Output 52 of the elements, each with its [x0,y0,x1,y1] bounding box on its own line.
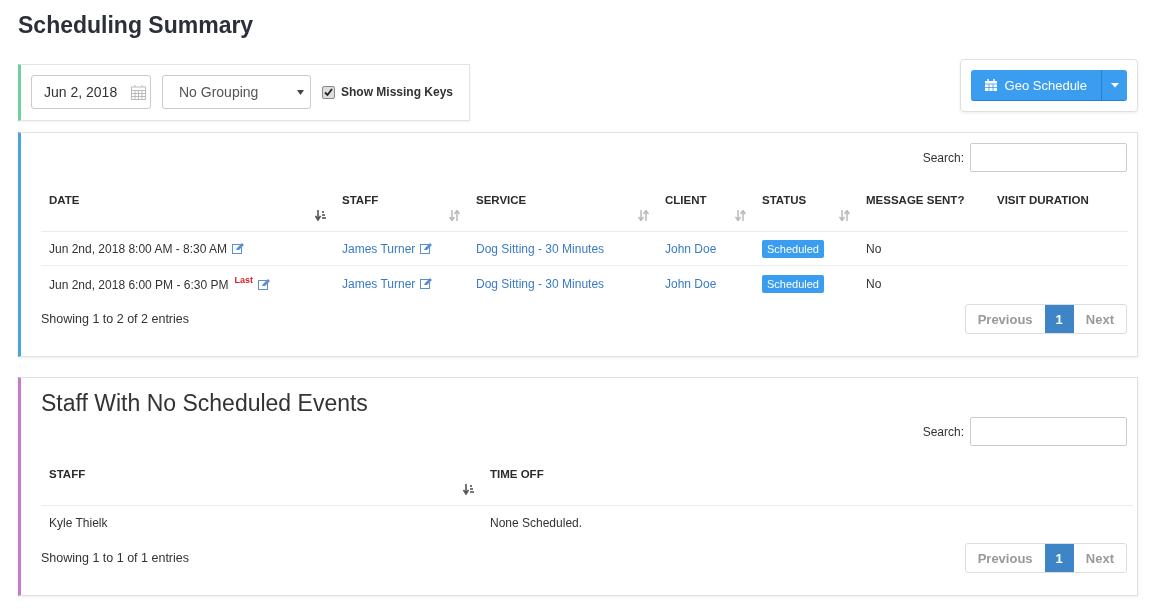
column-header: TIME OFF [490,468,544,480]
table-link[interactable]: James Turner [342,242,416,256]
column-header: DATE [49,194,80,206]
search-label: Search: [922,150,964,165]
entries-info: Showing 1 to 1 of 1 entries [41,551,189,565]
column-header: CLIENT [665,194,707,206]
search-field[interactable] [970,143,1127,172]
sort-icon[interactable] [735,210,746,221]
edit-icon[interactable] [257,279,270,290]
table-cell-text: No [866,276,882,291]
status-badge: Scheduled [762,240,824,258]
calendar-icon [131,84,146,100]
sort-ascending-icon[interactable] [463,484,474,495]
page-title: Scheduling Summary [17,11,255,40]
edit-icon[interactable] [420,243,433,254]
entries-info: Showing 1 to 2 of 2 entries [41,312,189,326]
sort-icon[interactable] [449,210,460,221]
sort-icon[interactable] [638,210,649,221]
status-badge: Scheduled [762,274,824,293]
column-header: STATUS [762,194,807,206]
column-header: VISIT DURATION [997,194,1089,206]
table-cell-text: None Scheduled. [490,516,583,530]
checkbox[interactable] [322,85,335,99]
caret-icon [1110,82,1119,88]
caret-icon [297,89,304,95]
search-field[interactable] [970,417,1127,446]
column-header: STAFF [342,194,379,206]
table-link[interactable]: Dog Sitting - 30 Minutes [476,242,605,256]
column-header: STAFF [49,468,86,480]
grouping-dropdown[interactable]: No Grouping [162,75,311,109]
page-button[interactable]: 1 [1044,544,1074,572]
date-field[interactable]: Jun 2, 2018 [31,75,151,109]
table-cell-text: No [866,242,882,256]
column-header: MESSAGE SENT? [866,194,965,206]
sort-ascending-icon[interactable] [315,210,326,221]
calendar-icon [984,79,997,91]
edit-icon[interactable] [420,277,433,289]
page-button[interactable]: 1 [1044,305,1074,333]
checkbox-label: Show Missing Keys [341,85,454,99]
edit-icon[interactable] [232,243,245,254]
search-label: Search: [922,424,964,439]
table-cell-text: Kyle Thielk [49,516,108,530]
table-cell-text: Jun 2nd, 2018 8:00 AM - 8:30 AM [49,242,228,256]
sort-icon[interactable] [839,210,850,221]
column-header: SERVICE [476,194,527,206]
section-heading: Staff With No Scheduled Events [41,390,369,417]
table-link[interactable]: James Turner [342,276,416,291]
last-tag: Last [234,275,253,285]
table-link[interactable]: Dog Sitting - 30 Minutes [476,276,605,291]
table-link[interactable]: John Doe [665,276,717,291]
table-link[interactable]: John Doe [665,242,717,256]
table-cell-text: Jun 2nd, 2018 6:00 PM - 6:30 PM [49,278,229,292]
